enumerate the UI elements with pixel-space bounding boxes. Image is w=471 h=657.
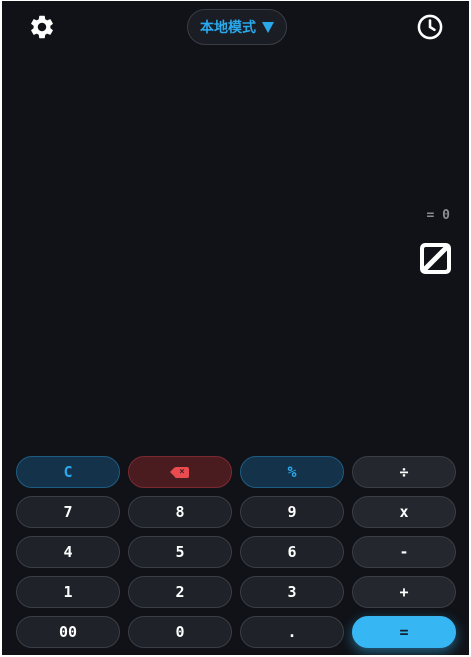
keypad: C ×% ÷ 7 8 9 x 4 5 6-1 2 3 +00 0. = [16,456,457,648]
result-text: 0 [420,243,421,244]
mode-label: 本地模式 [200,20,256,36]
key-label: 5 [175,543,185,561]
key-label: . [287,623,297,641]
key-backspace[interactable]: × [128,456,232,488]
key-label: 8 [175,503,185,521]
chevron-down-icon [262,21,274,33]
key-.[interactable]: . [240,616,344,648]
key-4[interactable]: 4 [16,536,120,568]
clock-icon [417,14,443,40]
calculator-app: 本地模式 = 0 0 C×%÷789x456-123+000.= [2,1,469,655]
key-label: ÷ [399,463,409,481]
key-x[interactable]: x [352,496,456,528]
key-label: 3 [287,583,297,601]
key-=[interactable]: = [352,616,456,648]
key-label: + [399,583,409,601]
key-label: 1 [63,583,73,601]
key-3[interactable]: 3 [240,576,344,608]
key-label: % [287,463,297,481]
key-label: 4 [63,543,73,561]
backspace-icon: × [170,466,189,478]
mode-selector[interactable]: 本地模式 [187,9,287,45]
key-9[interactable]: 9 [240,496,344,528]
key-0[interactable]: 0 [128,616,232,648]
key-C[interactable]: C [16,456,120,488]
history-button[interactable] [412,9,448,45]
key-00[interactable]: 00 [16,616,120,648]
key-label: 00 [58,623,78,641]
key-2[interactable]: 2 [128,576,232,608]
key-label: 6 [287,543,297,561]
key-label: 9 [287,503,297,521]
key-label: x [399,503,409,521]
key-5[interactable]: 5 [128,536,232,568]
key-8[interactable]: 8 [128,496,232,528]
expression-display: = 0 [427,208,450,223]
settings-button[interactable] [24,9,60,45]
key-label: - [399,543,409,561]
key-6[interactable]: 6 [240,536,344,568]
key-label: 7 [63,503,73,521]
key-1[interactable]: 1 [16,576,120,608]
key--[interactable]: - [352,536,456,568]
key-÷[interactable]: ÷ [352,456,456,488]
key-7[interactable]: 7 [16,496,120,528]
key-label: C [63,463,73,481]
key-+[interactable]: + [352,576,456,608]
gear-icon [31,15,53,39]
expression-text: = 0 [426,208,450,223]
key-label: 2 [175,583,185,601]
result-display: 0 [420,243,451,274]
key-%[interactable]: % [240,456,344,488]
key-label: 0 [175,623,185,641]
key-label: = [399,623,409,641]
